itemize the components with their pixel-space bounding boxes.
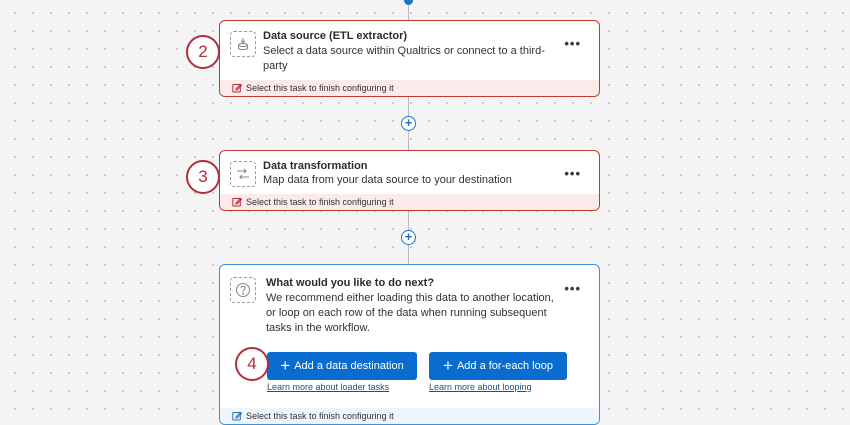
add-task-button[interactable]: + <box>401 230 416 245</box>
add-for-each-loop-button[interactable]: + Add a for-each loop <box>429 352 567 380</box>
task-description: Map data from your data source to your d… <box>263 174 512 186</box>
add-data-destination-button[interactable]: + Add a data destination <box>267 352 417 380</box>
task-title: What would you like to do next? <box>266 277 435 289</box>
pencil-icon <box>232 83 242 93</box>
connector-dot <box>404 0 413 5</box>
task-footer-info: Select this task to finish configuring i… <box>220 408 599 424</box>
more-options-icon[interactable]: ••• <box>564 167 581 180</box>
task-title: Data transformation <box>263 160 368 172</box>
task-description: Select a data source within Qualtrics or… <box>263 45 545 72</box>
step-badge: 3 <box>186 160 220 194</box>
task-card-data-transformation[interactable]: Data transformation Map data from your d… <box>219 150 600 211</box>
more-options-icon[interactable]: ••• <box>564 282 581 295</box>
step-badge: 2 <box>186 35 220 69</box>
pencil-icon <box>232 411 242 421</box>
step-badge: 4 <box>235 347 269 381</box>
task-footer-warning: Select this task to finish configuring i… <box>220 194 599 210</box>
more-options-icon[interactable]: ••• <box>564 37 581 50</box>
question-circle-icon <box>230 277 256 303</box>
plus-icon: + <box>443 356 453 375</box>
task-card-data-source[interactable]: Data source (ETL extractor) Select a dat… <box>219 20 600 97</box>
task-title: Data source (ETL extractor) <box>263 30 408 42</box>
plus-icon: + <box>280 356 291 375</box>
learn-more-looping-link[interactable]: Learn more about looping <box>429 382 532 392</box>
task-footer-warning: Select this task to finish configuring i… <box>220 80 599 96</box>
database-download-icon <box>230 31 256 57</box>
task-description: We recommend either loading this data to… <box>266 292 554 334</box>
task-card-next-step[interactable]: What would you like to do next? We recom… <box>219 264 600 425</box>
learn-more-loader-link[interactable]: Learn more about loader tasks <box>267 382 389 392</box>
pencil-icon <box>232 197 242 207</box>
add-task-button[interactable]: + <box>401 116 416 131</box>
arrows-transform-icon <box>230 161 256 187</box>
